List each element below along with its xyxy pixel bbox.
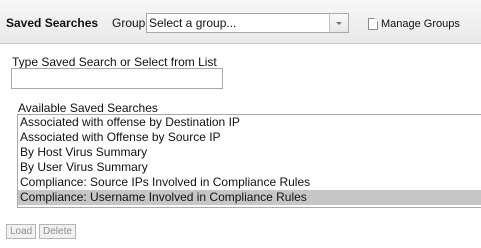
panel-title: Saved Searches (6, 16, 99, 30)
manage-groups-button[interactable]: Manage Groups (368, 17, 460, 31)
group-select[interactable]: Select a group... (146, 13, 349, 33)
saved-search-input[interactable] (11, 68, 223, 89)
list-item[interactable]: By User Virus Summary (18, 160, 481, 175)
group-select-value: Select a group... (149, 16, 237, 30)
delete-button[interactable]: Delete (39, 224, 76, 239)
list-item[interactable]: Associated with offense by Destination I… (18, 115, 481, 130)
list-item[interactable]: Compliance: Source IPs Involved in Compl… (18, 175, 481, 190)
available-searches-list[interactable]: Associated with offense by Destination I… (17, 114, 481, 208)
list-item[interactable]: By Host Virus Summary (18, 145, 481, 160)
available-searches-label: Available Saved Searches (18, 101, 158, 115)
load-button[interactable]: Load (6, 224, 37, 239)
list-item[interactable]: Compliance: Username Involved in Complia… (18, 190, 481, 205)
list-item[interactable]: Associated with Offense by Source IP (18, 130, 481, 145)
search-label: Type Saved Search or Select from List (12, 55, 217, 69)
saved-searches-toolbar: Saved Searches Group: Select a group... … (0, 0, 481, 44)
document-icon (368, 18, 378, 30)
chevron-down-icon[interactable] (329, 14, 348, 32)
group-label: Group: (112, 16, 149, 30)
manage-groups-label: Manage Groups (381, 18, 460, 30)
